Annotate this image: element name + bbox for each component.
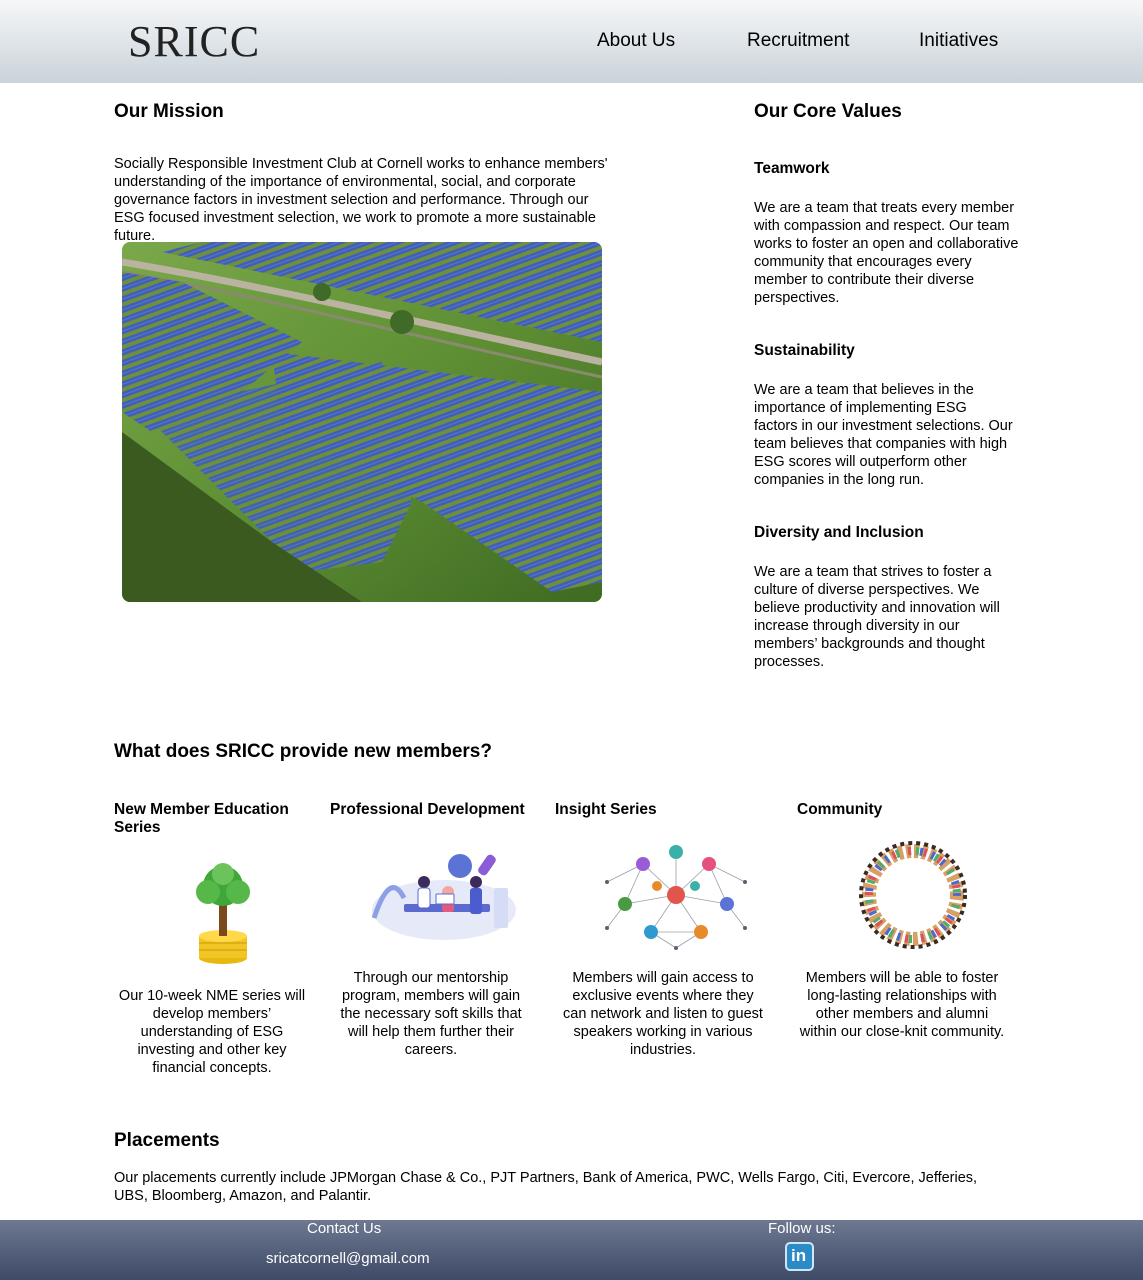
value-sustainability-title: Sustainability	[754, 342, 855, 359]
core-values-title: Our Core Values	[754, 101, 902, 122]
value-teamwork-text: We are a team that treats every member w…	[754, 200, 1019, 306]
mission-title: Our Mission	[114, 101, 224, 122]
money-tree-icon	[190, 862, 256, 971]
nme-text: Our 10-week NME series will develop memb…	[118, 988, 306, 1076]
people-circle-icon	[858, 840, 968, 955]
team-meeting-icon	[364, 848, 524, 949]
insight-series-title: Insight Series	[555, 801, 657, 818]
professional-development-title: Professional Development	[330, 801, 525, 818]
provide-title: What does SRICC provide new members?	[114, 741, 492, 762]
mission-text: Socially Responsible Investment Club at …	[114, 156, 608, 244]
site-footer	[0, 1220, 1143, 1280]
contact-email-link[interactable]: sricatcornell@gmail.com	[266, 1250, 430, 1267]
value-diversity-text: We are a team that strives to foster a c…	[754, 564, 1000, 670]
community-title: Community	[797, 801, 883, 818]
site-logo[interactable]: SRICC	[128, 16, 260, 67]
solar-farm-image	[122, 242, 602, 602]
value-sustainability-text: We are a team that believes in the impor…	[754, 382, 1013, 488]
value-teamwork-title: Teamwork	[754, 160, 830, 177]
placements-text: Our placements currently include JPMorga…	[114, 1170, 978, 1204]
insight-series-text: Members will gain access to exclusive ev…	[563, 970, 763, 1058]
nav-initiatives[interactable]: Initiatives	[919, 30, 998, 52]
contact-us-label: Contact Us	[307, 1220, 382, 1237]
placements-title: Placements	[114, 1130, 220, 1151]
linkedin-icon[interactable]: in	[785, 1242, 814, 1271]
linkedin-icon-text: in	[791, 1246, 807, 1265]
nav-recruitment[interactable]: Recruitment	[747, 30, 849, 52]
nav-about-us[interactable]: About Us	[597, 30, 675, 52]
nme-title: New Member Education Series	[114, 801, 289, 836]
value-diversity-title: Diversity and Inclusion	[754, 524, 924, 541]
professional-development-text: Through our mentorship program, members …	[340, 970, 522, 1058]
follow-us-label: Follow us:	[768, 1220, 836, 1237]
network-icon	[603, 838, 749, 957]
community-text: Members will be able to foster long-last…	[799, 970, 1005, 1040]
